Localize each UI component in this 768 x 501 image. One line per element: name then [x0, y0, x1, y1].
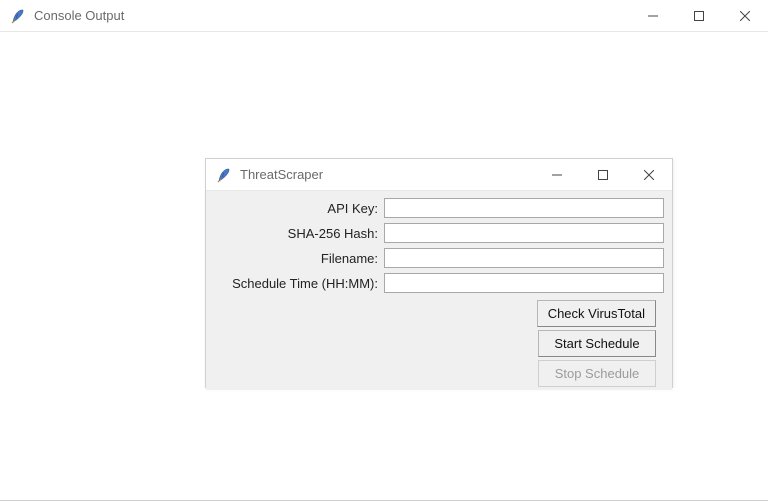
schedule-input[interactable] [384, 273, 664, 293]
schedule-row: Schedule Time (HH:MM): [214, 272, 664, 294]
sha256-label: SHA-256 Hash: [214, 226, 384, 241]
feather-icon [10, 8, 26, 24]
close-button[interactable] [626, 159, 672, 190]
maximize-icon [598, 170, 608, 180]
close-button[interactable] [722, 0, 768, 31]
console-titlebar[interactable]: Console Output [0, 0, 768, 32]
filename-row: Filename: [214, 247, 664, 269]
maximize-button[interactable] [676, 0, 722, 31]
minimize-button[interactable] [630, 0, 676, 31]
minimize-icon [648, 11, 658, 21]
maximize-button[interactable] [580, 159, 626, 190]
sha256-row: SHA-256 Hash: [214, 222, 664, 244]
maximize-icon [694, 11, 704, 21]
sha256-input[interactable] [384, 223, 664, 243]
check-virustotal-button[interactable]: Check VirusTotal [537, 300, 656, 327]
threatscraper-titlebar[interactable]: ThreatScraper [206, 159, 672, 191]
threatscraper-window-controls [534, 159, 672, 190]
feather-icon [216, 167, 232, 183]
minimize-button[interactable] [534, 159, 580, 190]
start-schedule-button[interactable]: Start Schedule [538, 330, 656, 357]
close-icon [644, 170, 654, 180]
button-stack: Check VirusTotal Start Schedule Stop Sch… [214, 300, 664, 390]
form-area: API Key: SHA-256 Hash: Filename: Schedul… [206, 191, 672, 390]
minimize-icon [552, 170, 562, 180]
console-window-controls [630, 0, 768, 31]
threatscraper-title: ThreatScraper [240, 167, 534, 182]
filename-input[interactable] [384, 248, 664, 268]
stop-schedule-button[interactable]: Stop Schedule [538, 360, 656, 387]
schedule-label: Schedule Time (HH:MM): [214, 276, 384, 291]
filename-label: Filename: [214, 251, 384, 266]
api-key-input[interactable] [384, 198, 664, 218]
close-icon [740, 11, 750, 21]
api-key-label: API Key: [214, 201, 384, 216]
api-key-row: API Key: [214, 197, 664, 219]
threatscraper-window: ThreatScraper API Key: SHA-256 Hash: Fil… [205, 158, 673, 388]
console-title: Console Output [34, 8, 630, 23]
